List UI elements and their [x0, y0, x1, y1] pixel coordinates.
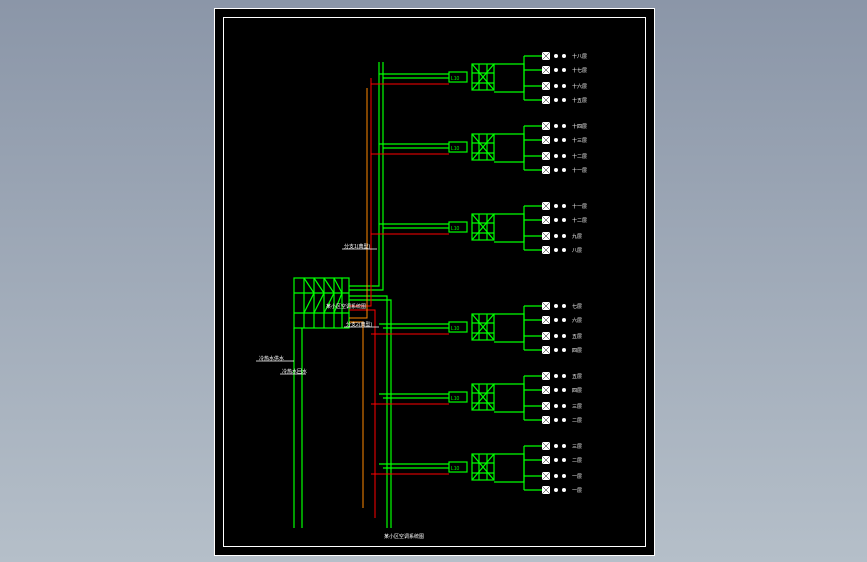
- svg-text:四层: 四层: [572, 388, 582, 394]
- svg-text:L10: L10: [451, 466, 460, 472]
- svg-text:十六层: 十六层: [572, 83, 587, 90]
- svg-text:八层: 八层: [572, 248, 582, 254]
- svg-text:L10: L10: [451, 326, 460, 332]
- cad-viewport[interactable]: 冷热水供水 冷热水回水 某小区空调系统图 分支1(典型) 分支2(典型) L10…: [214, 8, 655, 556]
- svg-text:十五层: 十五层: [572, 97, 587, 104]
- svg-text:十一层: 十一层: [572, 203, 587, 210]
- svg-text:二层: 二层: [572, 458, 582, 464]
- svg-text:十二层: 十二层: [572, 153, 587, 160]
- svg-text:五层: 五层: [572, 374, 582, 380]
- main-exchanger: [294, 278, 349, 328]
- svg-text:七层: 七层: [572, 303, 582, 310]
- svg-text:三层: 三层: [572, 444, 582, 450]
- svg-text:二层: 二层: [572, 418, 582, 424]
- svg-text:五层: 五层: [572, 334, 582, 340]
- svg-text:十七层: 十七层: [572, 67, 587, 74]
- svg-text:六层: 六层: [572, 317, 582, 324]
- branch-5: L10三层二层一层一层: [371, 442, 582, 494]
- branch-2: L10 十一层十二层九层八层: [371, 202, 587, 254]
- branch-0: L10 十八层十七层十六层十五层: [371, 52, 587, 104]
- svg-text:十一层: 十一层: [572, 167, 587, 174]
- branch-1: L10 十四层十三层十二层十一层: [371, 122, 587, 174]
- svg-text:十八层: 十八层: [572, 53, 587, 60]
- svg-text:L10: L10: [451, 396, 460, 402]
- svg-text:十四层: 十四层: [572, 123, 587, 130]
- svg-text:十二层: 十二层: [572, 217, 587, 224]
- branch-4: L10 五层四层三层二层: [371, 372, 582, 424]
- mid-label-2: 某小区空调系统图: [326, 303, 366, 310]
- svg-text:一层: 一层: [572, 488, 582, 494]
- drawing-stage: 冷热水供水 冷热水回水 某小区空调系统图 分支1(典型) 分支2(典型) L10…: [224, 18, 645, 546]
- svg-text:四层: 四层: [572, 348, 582, 354]
- branch-3: L10 七层六层五层四层: [371, 302, 582, 354]
- svg-text:十三层: 十三层: [572, 137, 587, 144]
- svg-text:三层: 三层: [572, 404, 582, 410]
- svg-text:一层: 一层: [572, 474, 582, 480]
- drawing-title: 某小区空调系统图: [384, 533, 424, 540]
- svg-text:L10: L10: [451, 146, 460, 152]
- svg-text:九层: 九层: [572, 233, 582, 240]
- svg-text:L10: L10: [451, 226, 460, 232]
- svg-text:L10: L10: [451, 76, 460, 82]
